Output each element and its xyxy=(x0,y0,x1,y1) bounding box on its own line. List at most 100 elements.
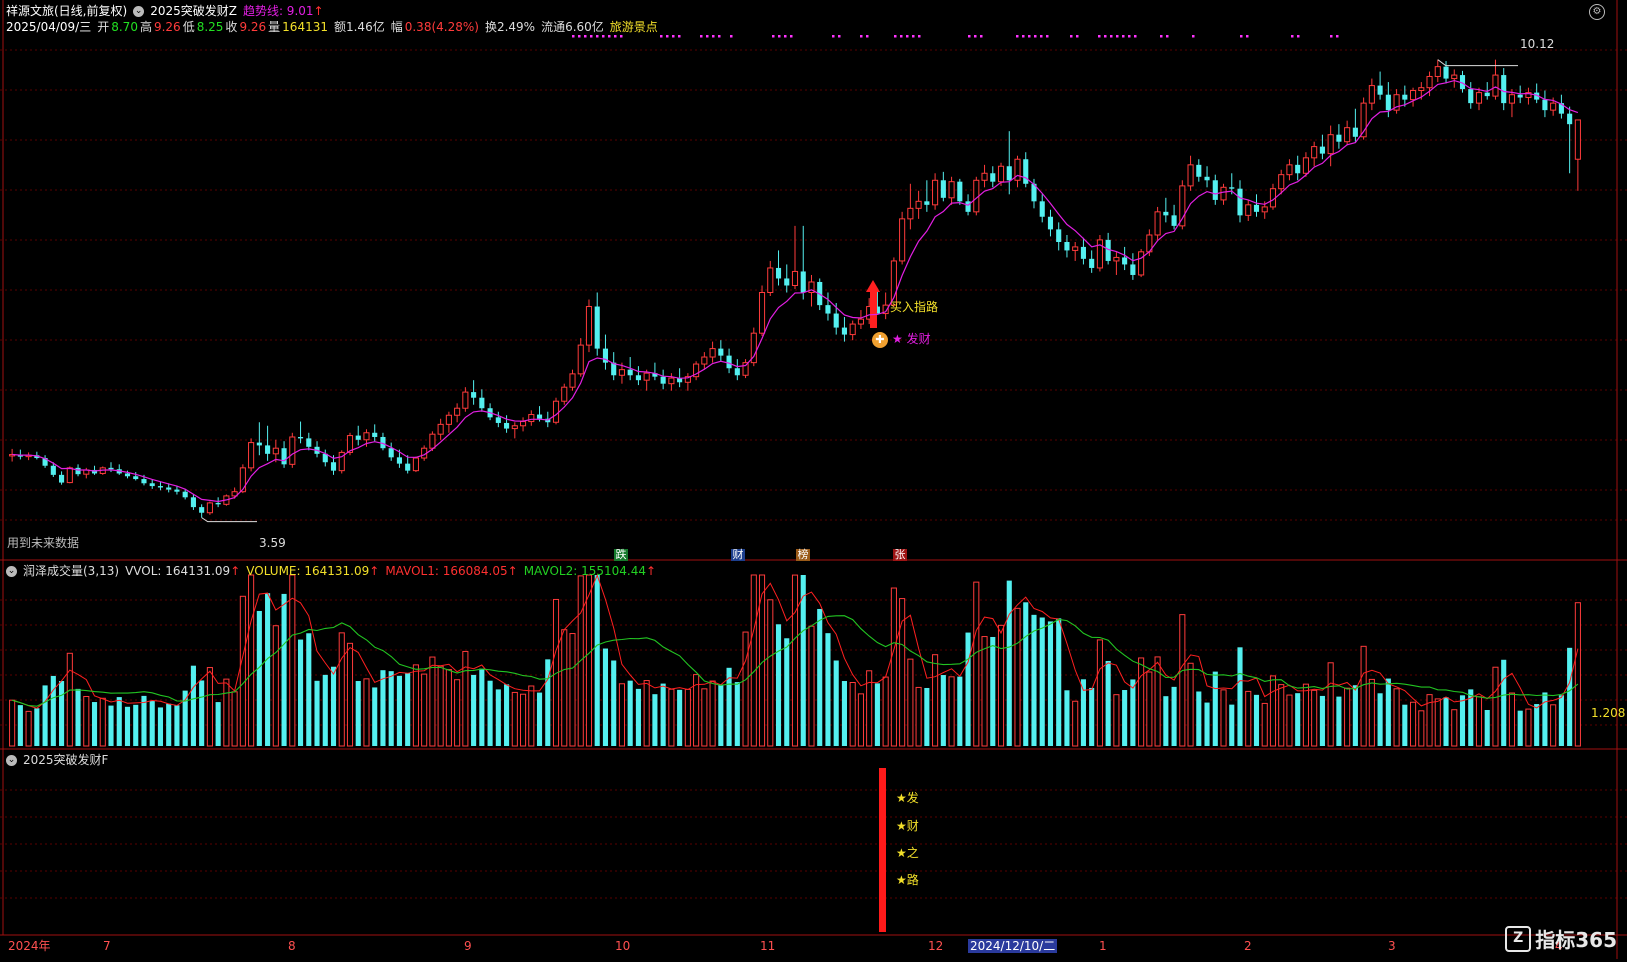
volume-bar xyxy=(206,667,213,747)
signal-panel-name[interactable]: 2025突破发财F xyxy=(23,753,108,767)
signal-dot xyxy=(620,35,623,38)
axis-label-2024: 2024年 xyxy=(8,939,51,953)
candle-body xyxy=(907,207,914,220)
volume-bar xyxy=(75,688,81,746)
signal-dot xyxy=(912,35,915,38)
star-cai: ★财 xyxy=(896,819,919,833)
signal-dot xyxy=(900,35,903,38)
panel-settings-icon[interactable]: ⚙ xyxy=(1589,4,1605,20)
candle-body xyxy=(141,479,147,484)
volume-bar xyxy=(1278,684,1285,747)
candle-body xyxy=(1212,180,1218,200)
volume-bar xyxy=(677,689,683,746)
candle-body xyxy=(1047,216,1054,230)
candle-body xyxy=(1336,134,1342,142)
candle-body xyxy=(1352,127,1358,137)
fortune-signal-label: ★ 发财 xyxy=(892,332,931,346)
candle-body xyxy=(437,423,444,435)
candle-body xyxy=(775,267,782,279)
signal-dot xyxy=(1336,35,1339,38)
candle-body xyxy=(767,267,774,293)
candle-body xyxy=(1484,92,1490,97)
candle-body xyxy=(643,372,650,381)
candle-body xyxy=(561,386,568,402)
volume-bar xyxy=(363,678,370,747)
vol-label: 量 xyxy=(268,20,281,34)
signal-dot xyxy=(672,35,675,38)
trend-line xyxy=(12,79,1579,503)
volume-bar xyxy=(504,684,510,746)
candle-body xyxy=(256,442,262,446)
volume-bar xyxy=(1047,621,1054,746)
candle-body xyxy=(1542,99,1548,111)
candle-body xyxy=(355,435,361,440)
volume-panel-name[interactable]: 润泽成交量(3,13) xyxy=(23,564,119,578)
candle-body xyxy=(1096,239,1103,269)
star-fa: ★发 xyxy=(896,791,919,805)
volume-bar xyxy=(791,574,799,747)
signal-dot xyxy=(666,35,669,38)
volume-bar xyxy=(1196,691,1202,746)
candle-body xyxy=(1023,159,1029,184)
candle-body xyxy=(1179,185,1186,227)
volume-bar xyxy=(108,705,114,746)
candle-body xyxy=(948,181,955,199)
candle-body xyxy=(1163,211,1169,216)
signal-dot xyxy=(1110,35,1113,38)
volume-bar xyxy=(890,587,897,747)
candle-body xyxy=(297,436,304,439)
volume-bar xyxy=(775,624,782,746)
volume-bar xyxy=(808,625,815,747)
candle-body xyxy=(585,306,593,346)
volume-bar xyxy=(256,610,262,746)
signal-dot xyxy=(784,35,787,38)
volume-bar xyxy=(1319,695,1325,746)
candle-body xyxy=(1253,204,1260,212)
signal-dot xyxy=(906,35,909,38)
volume-bar xyxy=(1122,690,1128,746)
volume-bar xyxy=(965,632,971,746)
axis-cursor-date: 2024/12/10/二 xyxy=(968,939,1058,953)
candle-body xyxy=(1080,246,1086,259)
candle-body xyxy=(965,201,971,212)
volume-bar xyxy=(1434,698,1441,747)
volume-bar xyxy=(133,704,139,746)
candle-body xyxy=(50,465,56,475)
signal-dot xyxy=(596,35,599,38)
candle-body xyxy=(1377,85,1383,95)
low-value: 8.25 xyxy=(196,20,224,34)
volume-bar xyxy=(1508,692,1516,747)
signal-dot xyxy=(712,35,715,38)
volume-bar xyxy=(396,675,402,746)
candle-body xyxy=(199,507,205,513)
volume-bar xyxy=(34,708,40,746)
signal-dot xyxy=(974,35,977,38)
signal-dot xyxy=(968,35,971,38)
stock-name[interactable]: 祥源文旅(日线,前复权) xyxy=(6,4,127,18)
volume-bar xyxy=(149,700,155,746)
candle-body xyxy=(396,457,402,464)
candle-body xyxy=(372,432,378,437)
formula-name[interactable]: 2025突破发财Z xyxy=(150,4,237,18)
candle-body xyxy=(1286,164,1293,176)
low-label: 低 xyxy=(182,20,195,34)
volume-bar xyxy=(882,676,889,747)
signal-dot xyxy=(1104,35,1107,38)
settings-icon[interactable]: ⌄ xyxy=(133,5,145,17)
volume-bar xyxy=(1269,675,1277,747)
buy-signal-label: 买入指路 xyxy=(890,300,939,314)
volume-panel-icon[interactable]: ⌄ xyxy=(6,565,17,577)
future-data-note: 用到未来数据 xyxy=(7,536,80,550)
volume-bar xyxy=(1410,701,1417,747)
volume-bar xyxy=(388,671,394,746)
candle-body xyxy=(997,165,1005,183)
sector[interactable]: 旅游景点 xyxy=(610,20,658,34)
candle-body xyxy=(758,292,766,334)
candle-body xyxy=(841,327,847,335)
volume-bar xyxy=(1402,704,1408,746)
signal-dot xyxy=(608,35,611,38)
candle-body xyxy=(66,467,73,484)
signal-panel-icon[interactable]: ⌄ xyxy=(6,754,17,766)
volume-bar xyxy=(479,668,485,746)
volume-bar xyxy=(1302,683,1309,747)
